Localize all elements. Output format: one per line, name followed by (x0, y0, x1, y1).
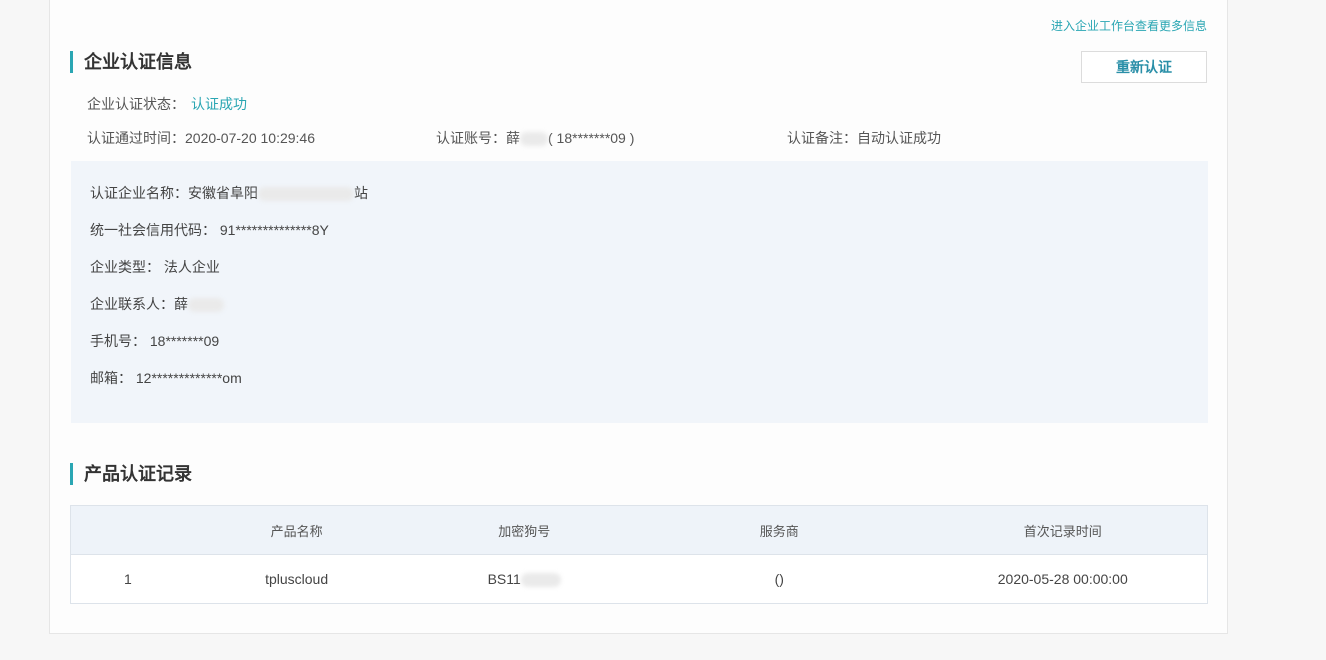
company-name-row: 认证企业名称：安徽省阜阳 站 (90, 183, 368, 203)
contact-value: 薛 (174, 296, 188, 312)
pass-time-row: 认证通过时间：2020-07-20 10:29:46 (87, 128, 315, 148)
contact-label: 企业联系人： (90, 296, 174, 312)
row-index: 1 (124, 571, 132, 587)
auth-remark-value: 自动认证成功 (857, 130, 941, 146)
email-value: 12*************om (135, 370, 242, 386)
auth-account-row: 认证账号：薛 ( 18*******09 ) (436, 128, 634, 148)
auth-account-name: 薛 (506, 130, 520, 146)
row-provider: () (774, 571, 784, 587)
col-header-product-name: 产品名称 (270, 523, 323, 539)
row-dongle: BS11 (408, 570, 640, 588)
pass-time-label: 认证通过时间： (87, 130, 185, 146)
email-label: 邮箱： (90, 370, 132, 386)
table-header: 产品名称 加密狗号 服务商 首次记录时间 (71, 506, 1207, 555)
col-header-provider: 服务商 (759, 523, 799, 539)
phone-row: 手机号： 18*******09 (90, 331, 219, 351)
col-header-first-time: 首次记录时间 (1023, 523, 1102, 539)
enterprise-section-title: 企业认证信息 (70, 51, 192, 73)
phone-value: 18*******09 (149, 333, 220, 349)
row-product-name: tpluscloud (265, 571, 329, 587)
phone-label: 手机号： (90, 333, 146, 349)
auth-account-phone: ( 18*******09 ) (548, 130, 635, 146)
company-type-label: 企业类型： (90, 259, 160, 275)
enterprise-detail-panel: 认证企业名称：安徽省阜阳 站 统一社会信用代码： 91**************… (71, 161, 1208, 423)
redacted-blur (520, 573, 561, 588)
company-type-value: 法人企业 (163, 259, 220, 275)
credit-code-value: 91**************8Y (219, 222, 329, 238)
product-auth-table: 产品名称 加密狗号 服务商 首次记录时间 1 tpluscloud BS11 (… (70, 505, 1208, 604)
main-card: 进入企业工作台查看更多信息 企业认证信息 重新认证 企业认证状态： 认证成功 认证… (49, 0, 1228, 634)
reauth-button[interactable]: 重新认证 (1081, 51, 1207, 83)
product-section-title: 产品认证记录 (70, 463, 192, 485)
row-first-time: 2020-05-28 00:00:00 (997, 571, 1128, 587)
pass-time-value: 2020-07-20 10:29:46 (185, 130, 315, 146)
credit-code-label: 统一社会信用代码： (90, 222, 216, 238)
credit-code-row: 统一社会信用代码： 91**************8Y (90, 220, 329, 240)
auth-account-label: 认证账号： (436, 130, 506, 146)
table-row: 1 tpluscloud BS11 () 2020-05-28 00:00:00 (71, 555, 1207, 603)
company-name-label: 认证企业名称： (90, 185, 188, 201)
auth-remark-row: 认证备注：自动认证成功 (787, 128, 941, 148)
col-header-dongle: 加密狗号 (498, 523, 551, 539)
email-row: 邮箱： 12*************om (90, 368, 242, 388)
auth-status-row: 企业认证状态： 认证成功 (87, 94, 247, 114)
auth-status-value: 认证成功 (191, 96, 247, 112)
redacted-blur (188, 298, 224, 313)
row-dongle-value: BS11 (487, 570, 521, 587)
enterprise-workbench-link[interactable]: 进入企业工作台查看更多信息 (1051, 17, 1207, 34)
redacted-blur (258, 187, 354, 202)
auth-remark-label: 认证备注： (787, 130, 857, 146)
redacted-blur (520, 132, 548, 147)
company-name-value: 安徽省阜阳 (188, 185, 258, 201)
auth-status-label: 企业认证状态： (87, 96, 185, 112)
company-name-value-end: 站 (354, 185, 368, 201)
contact-row: 企业联系人：薛 (90, 294, 224, 314)
company-type-row: 企业类型： 法人企业 (90, 257, 220, 277)
